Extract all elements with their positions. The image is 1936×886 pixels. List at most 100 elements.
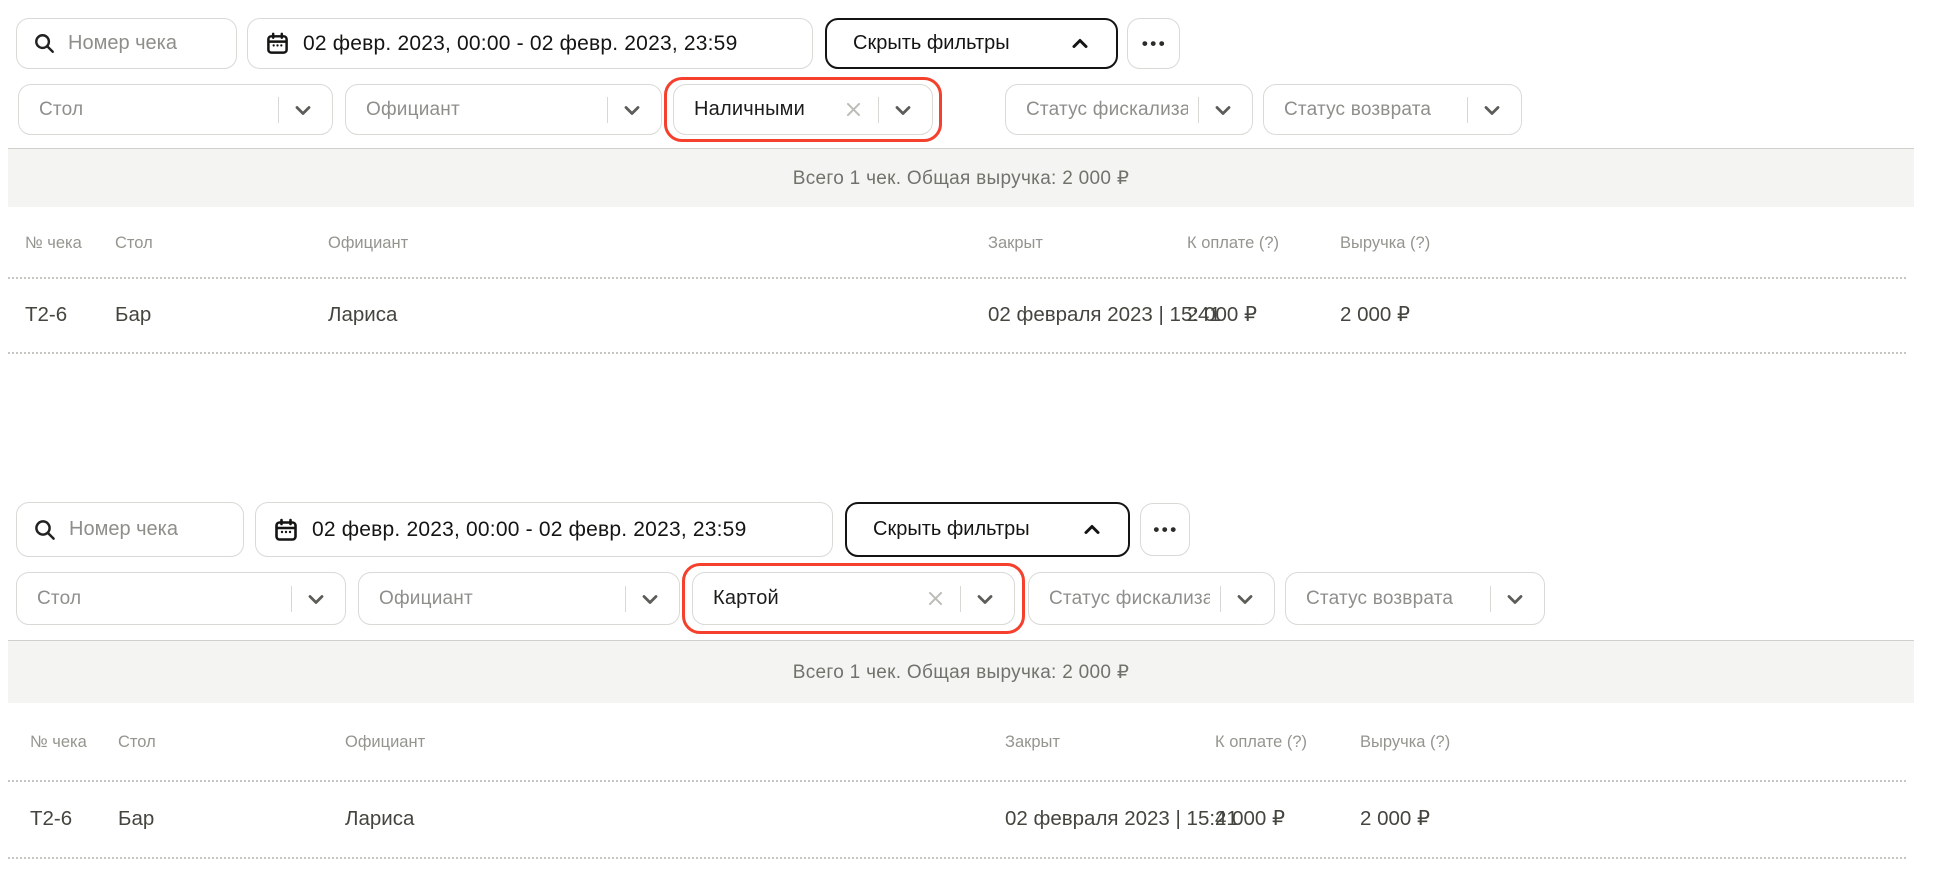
date-range-button[interactable]: 02 февр. 2023, 00:00 - 02 февр. 2023, 23… xyxy=(255,502,833,557)
refund-status-filter-label: Статус возврата xyxy=(1306,588,1480,610)
cell-receipt-number: Т2-6 xyxy=(0,303,115,327)
waiter-filter-label: Официант xyxy=(379,588,615,610)
cell-revenue: 2 000 ₽ xyxy=(1360,806,1560,831)
clear-filter-icon[interactable] xyxy=(924,587,948,611)
cell-table: Бар xyxy=(115,303,328,327)
column-header-closed: Закрыт xyxy=(1005,733,1215,752)
calendar-icon xyxy=(274,518,298,542)
table-header-row: № чека Стол Официант Закрыт К оплате (?)… xyxy=(0,225,1920,261)
table-filter-label: Стол xyxy=(37,588,281,610)
chevron-down-icon xyxy=(1479,97,1505,123)
cell-table: Бар xyxy=(118,807,345,831)
payment-type-filter-value: Наличными xyxy=(694,98,842,121)
summary-text: Всего 1 чек. Общая выручка: 2 000 ₽ xyxy=(793,167,1129,190)
row-separator xyxy=(8,352,1906,354)
divider xyxy=(607,97,609,123)
cell-closed: 02 февраля 2023 | 15:41 xyxy=(1005,807,1215,831)
waiter-filter-label: Официант xyxy=(366,99,597,121)
more-options-button[interactable]: ••• xyxy=(1140,503,1190,556)
column-header-receipt-number: № чека xyxy=(0,733,118,752)
column-header-receipt-number: № чека xyxy=(0,234,115,253)
cell-revenue: 2 000 ₽ xyxy=(1340,302,1540,327)
table-filter-dropdown[interactable]: Стол xyxy=(18,84,333,135)
hide-filters-button[interactable]: Скрыть фильтры xyxy=(825,18,1118,69)
payment-type-filter-dropdown[interactable]: Наличными xyxy=(673,84,933,135)
date-range-label: 02 февр. 2023, 00:00 - 02 февр. 2023, 23… xyxy=(312,518,746,542)
date-range-button[interactable]: 02 февр. 2023, 00:00 - 02 февр. 2023, 23… xyxy=(247,18,813,69)
hide-filters-label: Скрыть фильтры xyxy=(873,518,1030,541)
cell-closed: 02 февраля 2023 | 15:41 xyxy=(988,303,1187,327)
hide-filters-label: Скрыть фильтры xyxy=(853,32,1010,55)
divider xyxy=(1198,97,1200,123)
divider xyxy=(1467,97,1469,123)
receipt-search-box[interactable] xyxy=(16,502,244,557)
divider xyxy=(278,97,280,123)
chevron-down-icon xyxy=(1232,586,1258,612)
table-row[interactable]: Т2-6 Бар Лариса 02 февраля 2023 | 15:41 … xyxy=(0,277,1920,352)
column-header-waiter: Официант xyxy=(328,234,988,253)
cell-to-pay: 2 000 ₽ xyxy=(1187,302,1340,327)
ellipsis-icon: ••• xyxy=(1151,520,1178,540)
receipts-screen: 02 февр. 2023, 00:00 - 02 февр. 2023, 23… xyxy=(0,0,1936,886)
waiter-filter-dropdown[interactable]: Официант xyxy=(358,572,680,625)
fiscal-status-filter-label: Статус фискализации xyxy=(1049,588,1210,610)
calendar-icon xyxy=(266,32,289,55)
chevron-up-icon xyxy=(1068,32,1092,56)
column-header-closed: Закрыт xyxy=(988,234,1187,253)
column-header-waiter: Официант xyxy=(345,733,1005,752)
card-filter-section: 02 февр. 2023, 00:00 - 02 февр. 2023, 23… xyxy=(0,502,1936,886)
fiscal-status-filter-label: Статус фискализации xyxy=(1026,99,1188,121)
divider xyxy=(960,586,962,612)
summary-bar: Всего 1 чек. Общая выручка: 2 000 ₽ xyxy=(8,148,1914,207)
cash-filter-section: 02 февр. 2023, 00:00 - 02 февр. 2023, 23… xyxy=(0,18,1936,378)
row-separator xyxy=(8,857,1906,859)
date-range-label: 02 февр. 2023, 00:00 - 02 февр. 2023, 23… xyxy=(303,32,737,56)
search-icon xyxy=(33,32,56,55)
column-header-table: Стол xyxy=(115,234,328,253)
table-row[interactable]: Т2-6 Бар Лариса 02 февраля 2023 | 15:41 … xyxy=(0,780,1920,857)
table-filter-dropdown[interactable]: Стол xyxy=(16,572,346,625)
divider xyxy=(1490,586,1492,612)
receipt-search-input[interactable] xyxy=(69,518,229,541)
chevron-up-icon xyxy=(1080,518,1104,542)
chevron-down-icon xyxy=(290,97,316,123)
fiscal-status-filter-dropdown[interactable]: Статус фискализации xyxy=(1028,572,1275,625)
refund-status-filter-dropdown[interactable]: Статус возврата xyxy=(1263,84,1522,135)
cell-waiter: Лариса xyxy=(328,303,988,327)
cell-waiter: Лариса xyxy=(345,807,1005,831)
divider xyxy=(291,586,293,612)
column-header-to-pay: К оплате (?) xyxy=(1187,234,1340,253)
more-options-button[interactable]: ••• xyxy=(1127,18,1180,69)
summary-text: Всего 1 чек. Общая выручка: 2 000 ₽ xyxy=(793,661,1129,684)
table-filter-label: Стол xyxy=(39,99,268,121)
clear-filter-icon[interactable] xyxy=(842,98,866,122)
divider xyxy=(625,586,627,612)
fiscal-status-filter-dropdown[interactable]: Статус фискализации xyxy=(1005,84,1253,135)
cell-receipt-number: Т2-6 xyxy=(0,807,118,831)
receipt-search-box[interactable] xyxy=(16,18,237,69)
chevron-down-icon xyxy=(303,586,329,612)
table-header-row: № чека Стол Официант Закрыт К оплате (?)… xyxy=(0,724,1920,760)
refund-status-filter-dropdown[interactable]: Статус возврата xyxy=(1285,572,1545,625)
hide-filters-button[interactable]: Скрыть фильтры xyxy=(845,502,1130,557)
column-header-table: Стол xyxy=(118,733,345,752)
waiter-filter-dropdown[interactable]: Официант xyxy=(345,84,662,135)
payment-type-filter-value: Картой xyxy=(713,587,924,610)
column-header-to-pay: К оплате (?) xyxy=(1215,733,1360,752)
search-icon xyxy=(33,518,57,542)
cell-to-pay: 2 000 ₽ xyxy=(1215,806,1360,831)
chevron-down-icon xyxy=(890,97,916,123)
chevron-down-icon xyxy=(972,586,998,612)
receipt-search-input[interactable] xyxy=(68,32,222,55)
payment-type-filter-dropdown[interactable]: Картой xyxy=(692,572,1015,625)
chevron-down-icon xyxy=(637,586,663,612)
summary-bar: Всего 1 чек. Общая выручка: 2 000 ₽ xyxy=(8,640,1914,703)
ellipsis-icon: ••• xyxy=(1140,34,1167,54)
chevron-down-icon xyxy=(1502,586,1528,612)
column-header-revenue: Выручка (?) xyxy=(1340,234,1540,253)
divider xyxy=(878,97,880,123)
chevron-down-icon xyxy=(619,97,645,123)
refund-status-filter-label: Статус возврата xyxy=(1284,99,1457,121)
divider xyxy=(1220,586,1222,612)
column-header-revenue: Выручка (?) xyxy=(1360,733,1560,752)
